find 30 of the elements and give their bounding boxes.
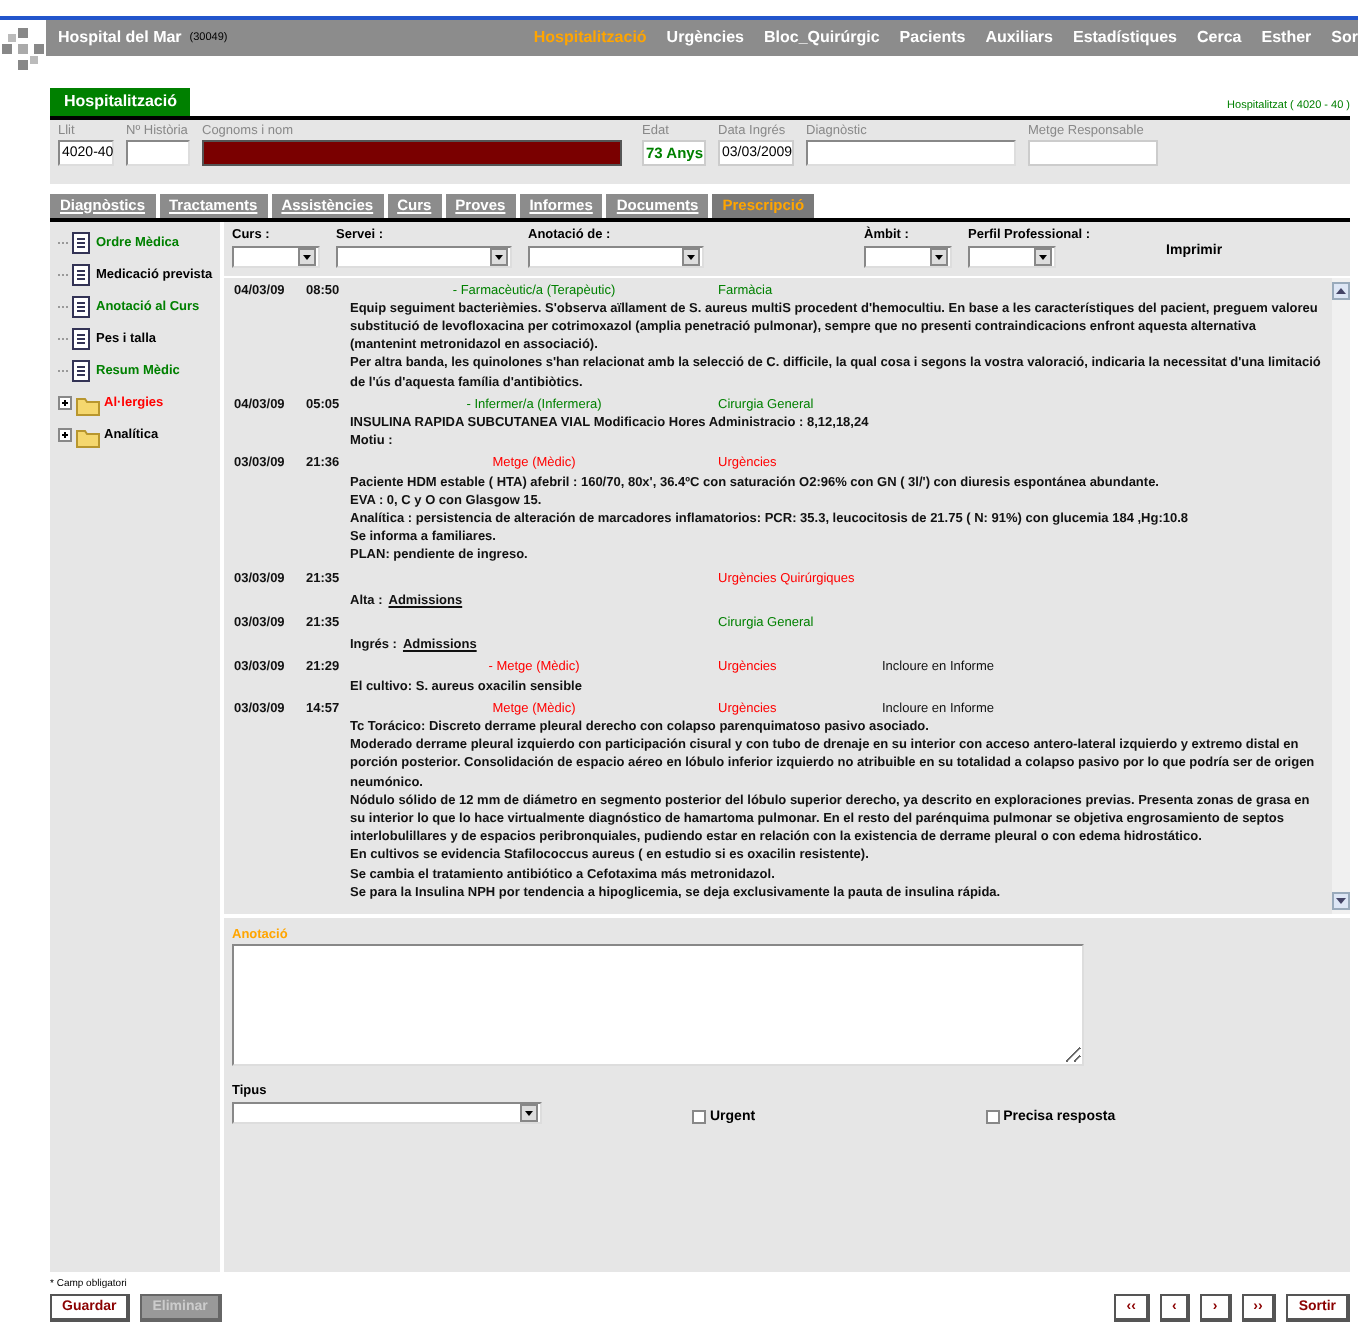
nav-item[interactable]: Sor (1331, 28, 1358, 47)
document-icon (58, 358, 92, 385)
nav-item[interactable]: Auxiliars (985, 28, 1053, 47)
select-field[interactable] (968, 245, 1056, 268)
annotation-field[interactable] (232, 944, 1084, 1067)
select-field[interactable] (864, 245, 952, 268)
checkbox[interactable] (985, 1110, 1000, 1125)
select-field[interactable] (232, 245, 320, 268)
checkbox[interactable] (692, 1110, 706, 1125)
nav-item[interactable]: Esther (1261, 28, 1312, 47)
app-title: Hospital del Mar (58, 28, 182, 47)
document-icon (58, 230, 92, 257)
nav-item[interactable]: Urgències (666, 28, 744, 47)
section-tab[interactable]: Hospitalització (50, 87, 191, 116)
document-icon (58, 262, 92, 289)
nav-item[interactable]: Bloc_Quirúrgic (763, 28, 880, 47)
scroll-down-icon[interactable] (1332, 892, 1350, 911)
scroll-up-icon[interactable] (1332, 281, 1350, 300)
text-field[interactable] (806, 139, 1016, 166)
readonly-field (1028, 139, 1158, 166)
document-icon (58, 294, 92, 321)
nav-item[interactable]: Pacients (899, 28, 966, 47)
nav-item[interactable]: Estadístiques (1072, 28, 1177, 47)
nav-item[interactable]: Cerca (1197, 28, 1242, 47)
document-icon (58, 326, 92, 353)
scrollbar[interactable] (1332, 277, 1350, 915)
select-field[interactable] (336, 245, 512, 268)
text-field[interactable] (126, 139, 190, 166)
nav-item[interactable]: Hospitalització (533, 28, 647, 47)
select-field[interactable] (528, 245, 704, 268)
